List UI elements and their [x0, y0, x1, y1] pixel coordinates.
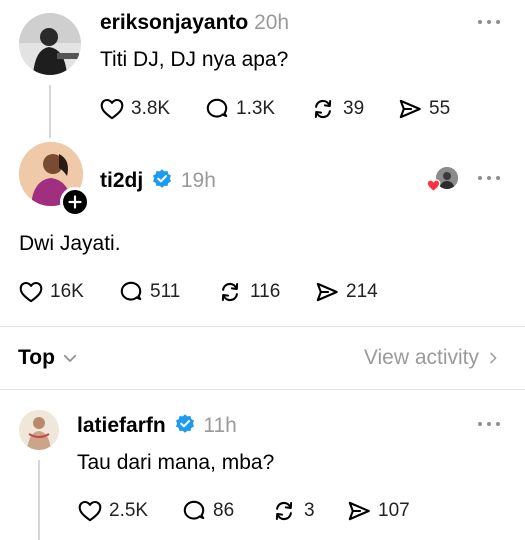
thread-line: [38, 460, 40, 540]
repost-button[interactable]: 116: [216, 279, 314, 305]
avatar-eriksonjayanto[interactable]: [19, 13, 81, 75]
verified-badge-icon: [174, 413, 196, 435]
sort-dropdown[interactable]: Top: [18, 346, 79, 370]
post-time: 19h: [180, 169, 216, 192]
divider: [0, 389, 525, 390]
share-button[interactable]: 107: [346, 498, 426, 524]
more-options-icon[interactable]: [478, 418, 504, 430]
chevron-down-icon: [63, 354, 77, 362]
repost-icon: [221, 282, 239, 302]
share-count: 55: [429, 98, 451, 119]
verified-badge-icon: [151, 168, 173, 190]
like-button[interactable]: 3.8K: [99, 96, 204, 122]
chevron-right-icon: [490, 352, 497, 364]
heart-icon: [19, 281, 43, 303]
follow-plus-icon[interactable]: [60, 187, 90, 217]
post-actions: 16K 511 116 214: [18, 279, 394, 305]
username[interactable]: ti2dj 19h: [100, 168, 216, 193]
username[interactable]: eriksonjayanto 20h: [100, 11, 289, 35]
plus-icon: [68, 195, 82, 209]
repost-button[interactable]: 3: [270, 498, 346, 524]
like-button[interactable]: 16K: [18, 279, 118, 305]
sort-label: Top: [18, 346, 55, 369]
like-count: 16K: [50, 281, 84, 302]
share-button[interactable]: 55: [397, 96, 467, 122]
repost-icon: [275, 501, 293, 521]
liked-heart-icon: [426, 178, 441, 197]
repost-button[interactable]: 39: [309, 96, 397, 122]
repost-count: 116: [250, 281, 281, 302]
post-text: Titi DJ, DJ nya apa?: [100, 48, 289, 71]
heart-icon: [100, 98, 124, 120]
thread-line: [49, 85, 51, 138]
username[interactable]: latiefarfn 11h: [77, 413, 237, 438]
post-time: 20h: [254, 11, 290, 34]
more-options-icon[interactable]: [478, 16, 504, 28]
reply-button[interactable]: 1.3K: [204, 96, 309, 122]
reply-icon: [120, 281, 142, 301]
share-count: 107: [378, 500, 410, 521]
post-actions: 3.8K 1.3K 39 55: [99, 96, 467, 122]
username-text[interactable]: ti2dj: [100, 169, 143, 192]
like-count: 2.5K: [109, 500, 149, 521]
more-options-icon[interactable]: [478, 172, 504, 184]
reply-button[interactable]: 86: [181, 498, 270, 524]
username-text[interactable]: latiefarfn: [77, 414, 166, 437]
share-icon: [348, 501, 370, 521]
view-activity-link[interactable]: View activity: [364, 346, 501, 370]
reply-button[interactable]: 511: [118, 279, 216, 305]
divider: [0, 326, 525, 327]
view-activity-label: View activity: [363, 346, 479, 369]
username-text[interactable]: eriksonjayanto: [100, 11, 248, 34]
heart-icon: [78, 500, 102, 522]
avatar-latiefarfn[interactable]: [19, 410, 59, 450]
post-actions: 2.5K 86 3 107: [77, 498, 426, 524]
post-text: Tau dari mana, mba?: [77, 451, 275, 474]
post-text: Dwi Jayati.: [19, 232, 121, 255]
share-count: 214: [346, 281, 378, 302]
repost-count: 39: [343, 98, 365, 119]
like-button[interactable]: 2.5K: [77, 498, 181, 524]
share-button[interactable]: 214: [314, 279, 394, 305]
reply-count: 511: [150, 281, 181, 302]
share-icon: [399, 99, 421, 119]
repost-icon: [314, 99, 332, 119]
post-time: 11h: [203, 414, 237, 437]
avatar-photo: [19, 410, 59, 450]
like-count: 3.8K: [131, 98, 171, 119]
reply-count: 86: [213, 500, 235, 521]
repost-count: 3: [304, 500, 315, 521]
avatar-photo: [19, 13, 81, 75]
share-icon: [316, 282, 338, 302]
reply-icon: [183, 500, 205, 520]
reply-count: 1.3K: [236, 98, 276, 119]
reply-icon: [206, 98, 228, 118]
